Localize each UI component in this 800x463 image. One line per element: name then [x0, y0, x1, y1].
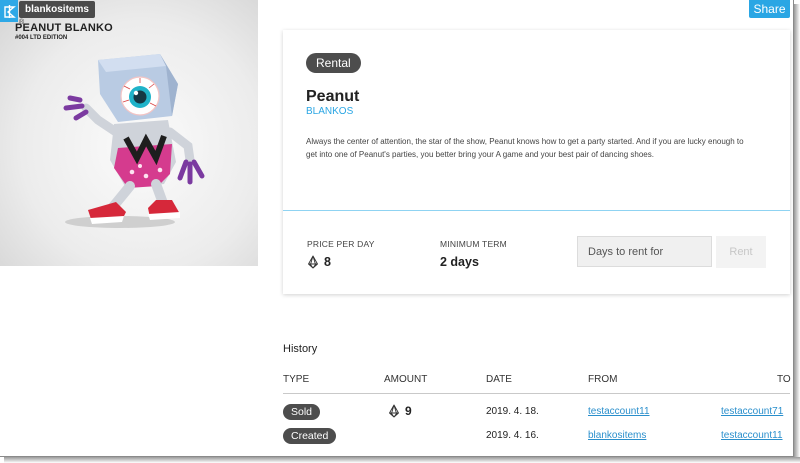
history-row: Sold 9 2019. 4. 18. testaccount11 testac… — [283, 402, 790, 426]
item-image-panel: blankositems ® PEANUT BLANKO #004 LTD ED… — [0, 0, 258, 266]
owner-tag: blankositems — [19, 1, 95, 18]
registered-mark: ® — [19, 19, 25, 26]
from-account-link[interactable]: blankositems — [588, 430, 646, 441]
rent-button[interactable]: Rent — [716, 236, 766, 268]
price-per-day-block: PRICE PER DAY 8 — [307, 239, 375, 269]
column-type-header: TYPE — [283, 374, 310, 385]
column-amount-header: AMOUNT — [384, 374, 428, 385]
window-shadow-right — [794, 4, 800, 463]
minimum-term-block: MINIMUM TERM 2 days — [440, 239, 507, 269]
share-button[interactable]: Share — [749, 0, 790, 18]
brand-title: PEANUT BLANKO — [15, 22, 113, 34]
history-row: Created 2019. 4. 16. blankositems testac… — [283, 426, 790, 450]
minimum-term-value: 2 days — [440, 255, 479, 269]
column-from-header: FROM — [588, 374, 618, 385]
item-description: Always the center of attention, the star… — [306, 137, 744, 159]
app-logo-icon[interactable] — [0, 0, 18, 22]
brand-logo: ® PEANUT BLANKO #004 LTD EDITION — [15, 19, 113, 41]
date-cell: 2019. 4. 16. — [486, 430, 539, 441]
rental-badge: Rental — [306, 53, 361, 73]
price-per-day-value: 8 — [324, 255, 331, 269]
window-shadow-bottom — [4, 457, 800, 463]
transaction-type-badge: Sold — [283, 404, 321, 420]
brand-link[interactable]: BLANKOS — [306, 106, 353, 117]
column-to-header: TO — [777, 374, 791, 385]
from-account-link[interactable]: testaccount11 — [588, 406, 650, 417]
transaction-type-badge: Created — [283, 428, 337, 444]
date-cell: 2019. 4. 18. — [486, 406, 539, 417]
amount-value: 9 — [405, 404, 412, 418]
price-per-day-value-row: 8 — [307, 255, 375, 269]
item-title: Peanut — [306, 88, 360, 105]
column-date-header: DATE — [486, 374, 512, 385]
eos-token-icon — [308, 255, 318, 269]
to-account-link[interactable]: testaccount71 — [721, 406, 783, 417]
days-to-rent-input[interactable] — [577, 236, 712, 267]
minimum-term-label: MINIMUM TERM — [440, 239, 507, 249]
eos-token-icon — [389, 404, 399, 418]
item-detail-card: Rental Peanut BLANKOS Always the center … — [283, 30, 790, 294]
to-account-link[interactable]: testaccount11 — [721, 430, 783, 441]
history-header-row: TYPE AMOUNT DATE FROM TO — [283, 368, 791, 394]
history-title: History — [283, 343, 318, 355]
page-frame: blankositems ® PEANUT BLANKO #004 LTD ED… — [0, 0, 794, 457]
brand-edition: #004 LTD EDITION — [15, 35, 68, 41]
amount-cell: 9 — [388, 404, 412, 418]
card-divider — [283, 210, 790, 211]
history-table: TYPE AMOUNT DATE FROM TO Sold 9 2019. 4.… — [283, 368, 791, 450]
peanut-blanko-figure-image — [63, 54, 205, 228]
price-per-day-label: PRICE PER DAY — [307, 239, 375, 249]
